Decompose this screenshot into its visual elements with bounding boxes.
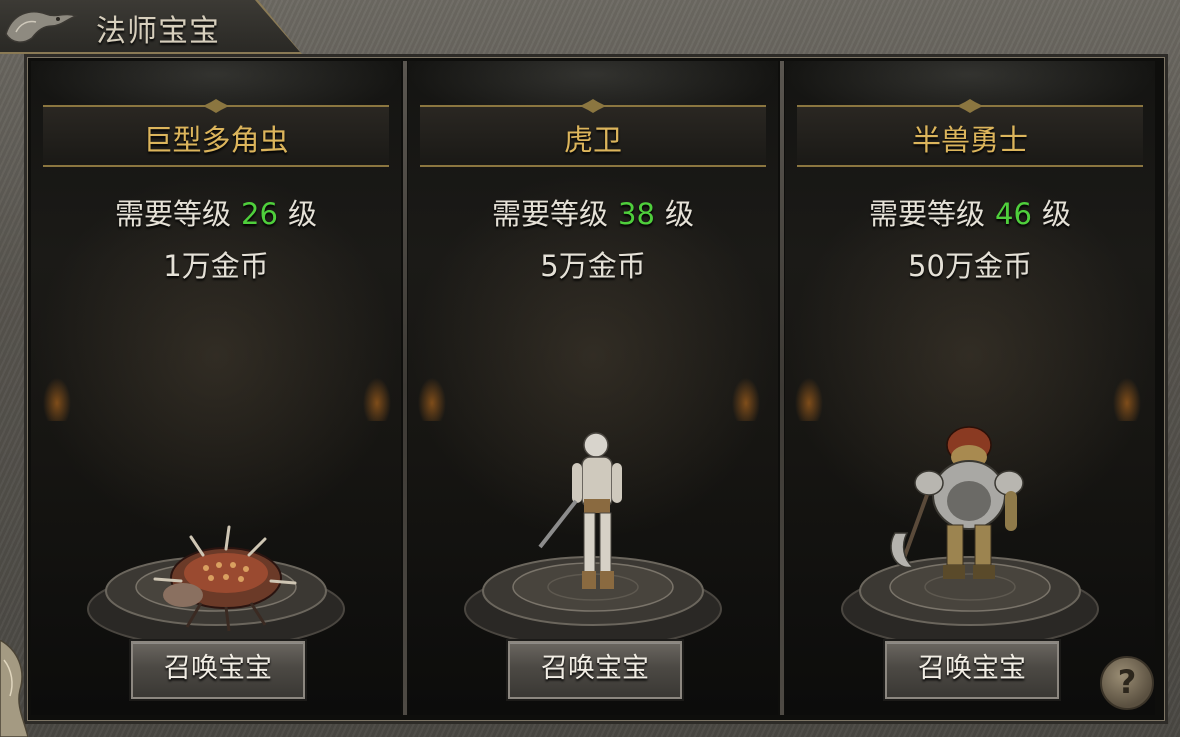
ornament-icon [580,99,606,113]
level-suffix: 级 [664,197,694,231]
ornament-icon [957,99,983,113]
wall-torch [1107,361,1147,421]
level-label: 需要等级 [869,197,986,231]
level-label: 需要等级 [115,197,232,231]
pet-name: 巨型多角虫 [143,123,289,157]
window-frame: 法师宝宝 巨型多角虫 需要等级 26 级 1万金币 召唤宝宝 虎卫 需要等级 3… [0,0,1180,737]
pet-name: 半兽勇士 [911,123,1028,157]
wall-torch [37,361,77,421]
orc-warrior-icon [890,426,1024,579]
level-label: 需要等级 [492,197,609,231]
pet-card-2: 半兽勇士 需要等级 46 级 50万金币 召唤宝宝 [785,61,1155,715]
level-suffix: 级 [287,197,317,231]
wall-torch [357,361,397,421]
spiked-beetle-icon [153,525,297,632]
pet-name-bar: 半兽勇士 [797,99,1143,167]
pet-card-1: 虎卫 需要等级 38 级 5万金币 召唤宝宝 [408,61,778,715]
wall-torch [412,361,452,421]
panel-divider [780,61,784,715]
window-title: 法师宝宝 [96,14,220,49]
level-suffix: 级 [1041,197,1071,231]
dragon-emblem-icon [5,11,79,43]
gold-cost: 1万金币 [163,249,269,283]
pets-container: 巨型多角虫 需要等级 26 级 1万金币 召唤宝宝 虎卫 需要等级 38 级 5… [24,54,1168,724]
level-requirement: 需要等级 46 级 [785,191,1155,233]
summon-pet-button[interactable]: 召唤宝宝 [885,641,1059,699]
level-value: 46 [995,197,1032,231]
wall-torch [789,361,829,421]
level-value: 38 [618,197,655,231]
pet-name: 虎卫 [563,123,622,157]
level-requirement: 需要等级 38 级 [408,191,778,233]
level-requirement: 需要等级 26 级 [31,191,401,233]
dragon-ornament-icon [0,640,28,737]
level-value: 26 [241,197,278,231]
summon-pet-button[interactable]: 召唤宝宝 [131,641,305,699]
skeleton-warrior-icon [538,432,622,589]
ornament-icon [203,99,229,113]
pet-card-0: 巨型多角虫 需要等级 26 级 1万金币 召唤宝宝 [31,61,401,715]
pet-name-bar: 虎卫 [420,99,766,167]
help-button[interactable]: ? [1100,656,1154,710]
wall-torch [726,361,766,421]
gold-cost: 50万金币 [908,249,1032,283]
panel-divider [403,61,407,715]
pet-name-bar: 巨型多角虫 [43,99,389,167]
gold-cost: 5万金币 [540,249,646,283]
summon-pet-button[interactable]: 召唤宝宝 [508,641,682,699]
